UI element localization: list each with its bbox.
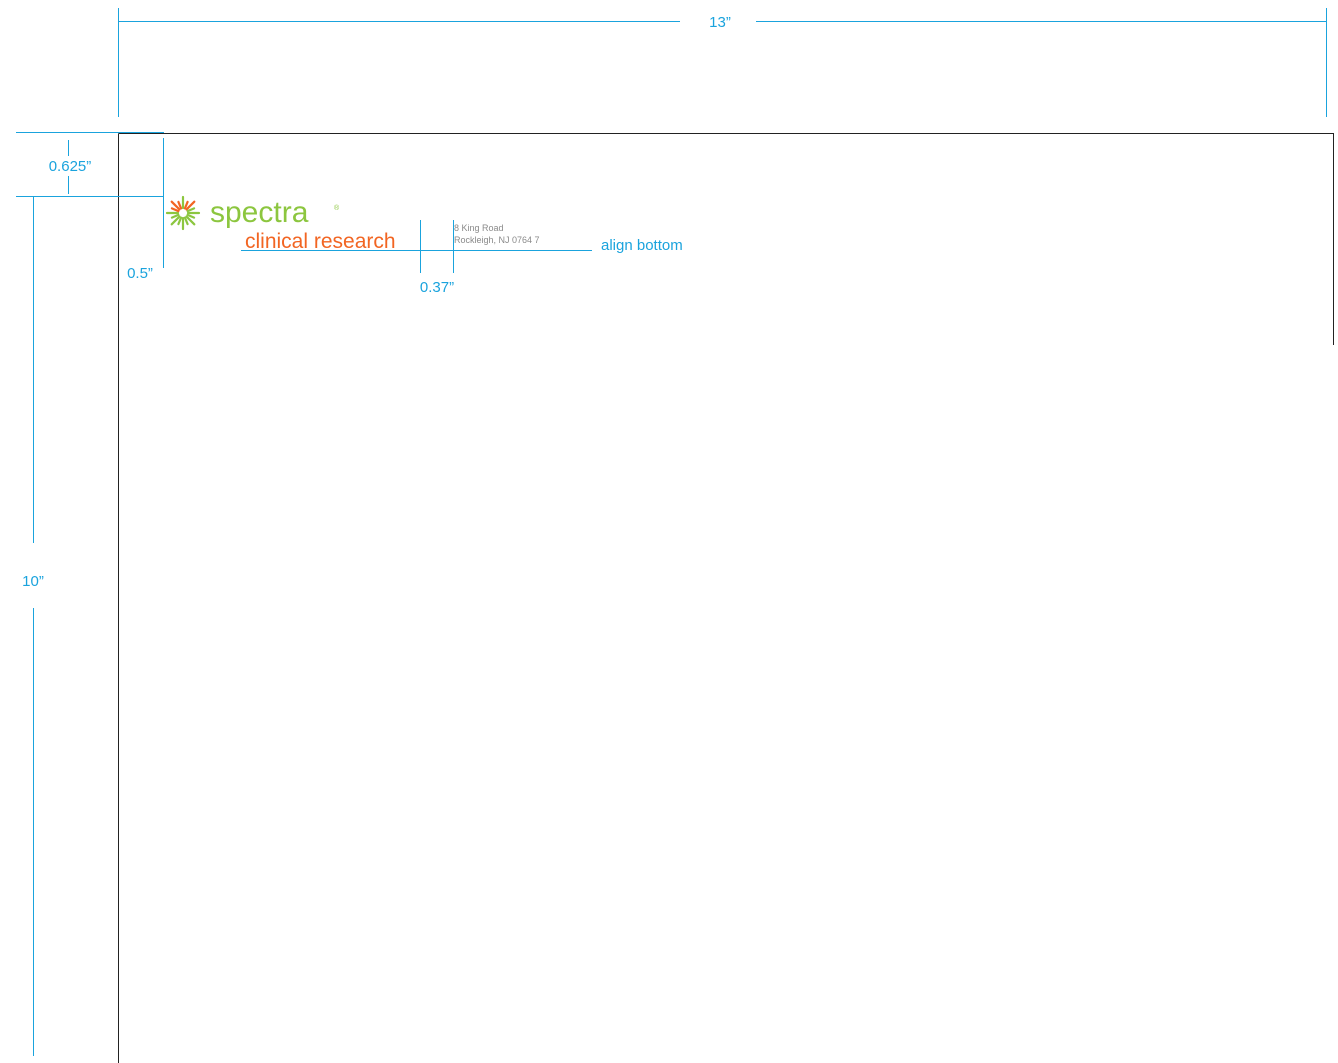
logo-registered-mark: ® xyxy=(334,204,340,212)
left-margin-dimension: 0.5” xyxy=(127,138,164,282)
letterhead-spec-diagram: 13” 10” 0.625” 0.5” spectra ® clinical r… xyxy=(16,8,1334,1063)
address-line-1: 8 King Road xyxy=(454,223,504,233)
width-dimension: 13” xyxy=(118,8,1327,117)
gap-dimension: 0.37” xyxy=(420,220,454,296)
top-margin-label: 0.625” xyxy=(49,158,92,175)
width-label: 13” xyxy=(709,14,731,31)
align-bottom-label: align bottom xyxy=(601,237,683,254)
company-logo: spectra ® clinical research xyxy=(165,195,396,253)
address-line-2: Rockleigh, NJ 0764 7 xyxy=(454,235,540,245)
left-margin-label: 0.5” xyxy=(127,265,153,282)
logo-tagline: clinical research xyxy=(245,230,396,253)
page-outline xyxy=(118,133,1334,1063)
address-block: 8 King Road Rockleigh, NJ 0764 7 xyxy=(454,223,540,245)
height-label: 10” xyxy=(22,573,44,590)
gap-label: 0.37” xyxy=(420,279,454,296)
logo-wordmark: spectra xyxy=(210,196,309,229)
top-margin-dimension: 0.625” xyxy=(16,140,164,197)
starburst-icon xyxy=(165,195,201,231)
